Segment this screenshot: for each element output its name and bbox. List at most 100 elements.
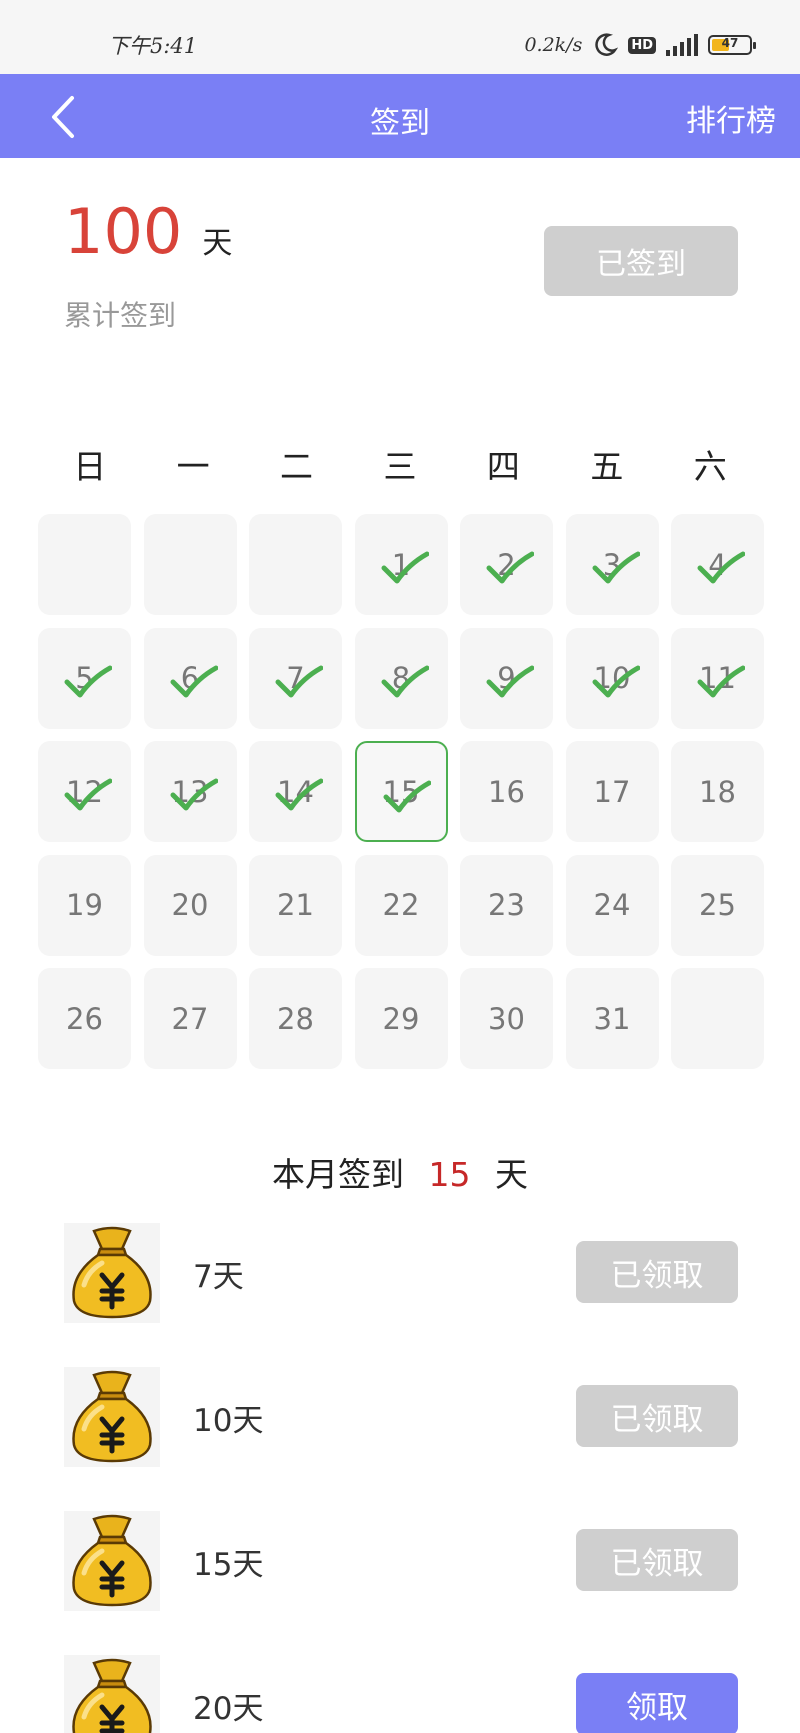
claim-button[interactable]: 已领取 xyxy=(576,1385,738,1447)
reward-row: 20天 领取 xyxy=(0,1655,800,1733)
calendar-day-11[interactable]: 11 xyxy=(671,627,764,729)
claim-button[interactable]: 已领取 xyxy=(576,1241,738,1303)
calendar-day-30[interactable]: 30 xyxy=(460,968,553,1069)
checkmark-icon xyxy=(486,665,534,697)
calendar-day-number: 28 xyxy=(277,1001,314,1036)
calendar-day-10[interactable]: 10 xyxy=(565,627,659,729)
calendar-day-number: 25 xyxy=(699,888,736,922)
calendar-day-20[interactable]: 20 xyxy=(143,854,237,956)
total-unit: 天 xyxy=(202,226,233,261)
moon-icon xyxy=(595,33,619,56)
money-bag-icon xyxy=(64,1367,160,1467)
signal-icon xyxy=(666,34,698,56)
calendar-day-9[interactable]: 9 xyxy=(460,627,553,729)
calendar-day-23[interactable]: 23 xyxy=(460,854,553,956)
reward-row: 10天 已领取 xyxy=(0,1367,800,1467)
total-label: 累计签到 xyxy=(64,299,177,332)
calendar-day-21[interactable]: 21 xyxy=(249,854,342,956)
checked-in-button[interactable]: 已签到 xyxy=(544,226,738,296)
calendar-day-24[interactable]: 24 xyxy=(565,854,659,956)
calendar-empty-cell xyxy=(143,514,237,615)
calendar-day-number: 23 xyxy=(488,888,525,922)
reward-days: 20天 xyxy=(193,1691,264,1727)
checkmark-icon xyxy=(697,665,745,697)
battery-icon: 47 xyxy=(708,35,756,55)
checkmark-icon xyxy=(275,778,323,811)
calendar-day-12[interactable]: 12 xyxy=(38,741,131,842)
battery-percent: 47 xyxy=(721,36,739,50)
month-checkin-count: 15 xyxy=(428,1155,471,1194)
checkmark-icon xyxy=(170,665,218,697)
calendar-day-number: 21 xyxy=(277,888,314,922)
calendar-day-22[interactable]: 22 xyxy=(354,854,448,956)
checkmark-icon xyxy=(592,665,640,697)
calendar-grid: 1 2 3 4 5 6 7 8 9 10 11 12 13 14 15 16 17 18 19 20 21 22 23 24 2… xyxy=(38,514,764,1069)
calendar-day-2[interactable]: 2 xyxy=(460,514,553,615)
reward-days: 10天 xyxy=(193,1403,264,1439)
calendar-day-4[interactable]: 4 xyxy=(671,514,764,615)
reward-days: 7天 xyxy=(193,1259,244,1295)
calendar-day-28[interactable]: 28 xyxy=(249,968,342,1069)
weekday-header: 日 一 二 三 四 五 六 xyxy=(38,440,762,488)
status-time: 下午5:41 xyxy=(108,34,198,58)
leaderboard-button[interactable]: 排行榜 xyxy=(686,96,776,140)
calendar-day-number: 26 xyxy=(66,1001,103,1036)
checkmark-icon xyxy=(592,551,640,584)
checkmark-icon xyxy=(64,778,112,811)
calendar-day-number: 18 xyxy=(699,774,736,809)
calendar-empty-cell xyxy=(671,968,764,1069)
checkmark-icon xyxy=(697,551,745,584)
weekday-label: 五 xyxy=(590,447,624,486)
calendar-day-number: 27 xyxy=(171,1001,209,1036)
month-summary-prefix: 本月签到 xyxy=(272,1155,404,1194)
calendar-day-3[interactable]: 3 xyxy=(565,514,659,615)
total-checkin: 100 天 xyxy=(64,195,232,268)
calendar-day-27[interactable]: 27 xyxy=(143,968,237,1069)
calendar-day-1[interactable]: 1 xyxy=(354,514,448,615)
calendar-day-17[interactable]: 17 xyxy=(565,741,659,842)
calendar-day-number: 16 xyxy=(488,774,525,809)
calendar-day-16[interactable]: 16 xyxy=(460,741,553,842)
calendar-day-number: 17 xyxy=(593,774,631,809)
calendar-day-number: 19 xyxy=(66,888,103,922)
calendar-day-6[interactable]: 6 xyxy=(143,627,237,729)
weekday-label: 一 xyxy=(176,447,210,486)
calendar-day-26[interactable]: 26 xyxy=(38,968,131,1069)
checkmark-icon xyxy=(383,780,431,813)
reward-row: 15天 已领取 xyxy=(0,1511,800,1611)
network-speed: 0.2k/s xyxy=(524,34,583,56)
calendar-day-14[interactable]: 14 xyxy=(249,741,342,842)
checkmark-icon xyxy=(486,551,534,584)
reward-row: 7天 已领取 xyxy=(0,1223,800,1323)
calendar-day-8[interactable]: 8 xyxy=(354,627,448,729)
calendar-day-18[interactable]: 18 xyxy=(671,741,764,842)
total-days: 100 xyxy=(64,195,183,268)
claim-button[interactable]: 领取 xyxy=(576,1673,738,1733)
page-title: 签到 xyxy=(370,106,430,141)
app-header: 签到 排行榜 xyxy=(0,74,800,158)
calendar-day-29[interactable]: 29 xyxy=(354,968,448,1069)
weekday-label: 六 xyxy=(693,447,727,486)
checkmark-icon xyxy=(275,665,323,697)
status-bar: 下午5:41 0.2k/s HD 47 xyxy=(0,0,800,74)
calendar-empty-cell xyxy=(249,514,342,615)
money-bag-icon xyxy=(64,1511,160,1611)
calendar-day-5[interactable]: 5 xyxy=(38,627,131,729)
calendar-day-number: 20 xyxy=(171,888,209,922)
calendar-day-19[interactable]: 19 xyxy=(38,854,131,956)
calendar-day-number: 22 xyxy=(382,888,420,922)
calendar-day-25[interactable]: 25 xyxy=(671,854,764,956)
calendar-day-15[interactable]: 15 xyxy=(354,741,448,842)
reward-days: 15天 xyxy=(193,1547,264,1583)
calendar-day-31[interactable]: 31 xyxy=(565,968,659,1069)
weekday-label: 日 xyxy=(73,447,107,486)
calendar-empty-cell xyxy=(38,514,131,615)
calendar-day-7[interactable]: 7 xyxy=(249,627,342,729)
weekday-label: 三 xyxy=(383,447,417,486)
month-summary: 本月签到 15 天 xyxy=(0,1148,800,1196)
money-bag-icon xyxy=(64,1655,160,1733)
month-summary-suffix: 天 xyxy=(495,1155,528,1194)
claim-button[interactable]: 已领取 xyxy=(576,1529,738,1591)
weekday-label: 四 xyxy=(486,447,520,486)
calendar-day-13[interactable]: 13 xyxy=(143,741,237,842)
